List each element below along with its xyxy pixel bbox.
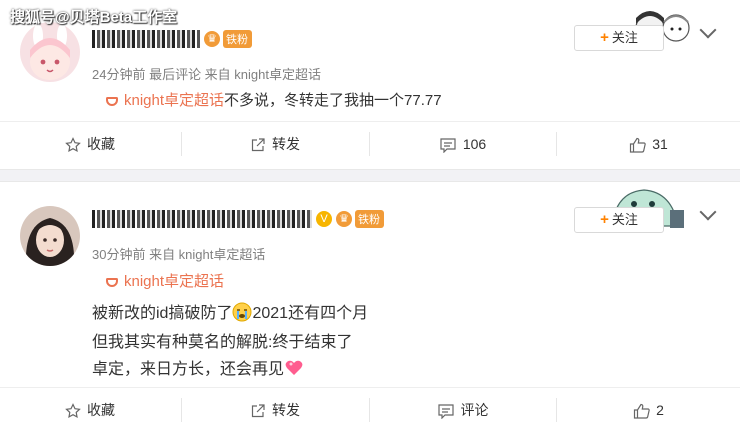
topic-link[interactable]: knight卓定超话 (106, 270, 224, 291)
action-bar: 收藏 转发 评论 2 (0, 387, 740, 432)
fan-badge: 铁粉 (355, 210, 384, 228)
username-redacted (92, 210, 312, 228)
avatar[interactable] (20, 22, 80, 82)
like-button[interactable]: 31 (557, 122, 740, 166)
favorite-button[interactable]: 收藏 (0, 388, 180, 432)
favorite-label: 收藏 (87, 136, 115, 152)
comment-icon (440, 138, 456, 154)
verified-v-icon: V (316, 211, 332, 227)
post-text-line: 但我其实有种莫名的解脱:终于结束了 (92, 334, 353, 351)
weibo-post: V ♛ 铁粉 30分钟前 来自 knight卓定超话 knight卓定超话 被新改的… (0, 182, 740, 431)
chevron-down-icon[interactable] (699, 203, 717, 221)
crying-emoji-icon (232, 302, 252, 322)
super-topic-icon (106, 278, 118, 287)
plus-icon: + (600, 29, 609, 46)
like-count: 2 (656, 402, 664, 418)
vip-icon: ♛ (204, 31, 220, 47)
follow-button[interactable]: + 关注 (574, 25, 664, 51)
post-text-line: 卓定，来日方长，还会再见 (92, 355, 304, 379)
fan-badge: 铁粉 (223, 30, 252, 48)
watermark-text: 搜狐号@贝塔Beta工作室 (10, 9, 178, 26)
comment-count: 106 (462, 136, 487, 152)
super-topic-icon (106, 97, 118, 106)
comment-icon (437, 404, 454, 420)
heart-emoji-icon (284, 358, 304, 378)
username[interactable]: V ♛ 铁粉 (92, 210, 384, 232)
thumbs-up-icon (633, 404, 650, 419)
post-text-line: 被新改的id搞破防了 2021还有四个月 (92, 299, 368, 323)
repost-button[interactable]: 转发 (182, 388, 368, 432)
like-button[interactable]: 2 (557, 388, 740, 432)
follow-button[interactable]: + 关注 (574, 207, 664, 233)
username-redacted (92, 30, 200, 48)
follow-label: 关注 (611, 30, 638, 45)
topic-label: knight卓定超话 (124, 92, 225, 109)
topic-link[interactable]: knight卓定超话不多说，冬转走了我抽一个77.77 (106, 89, 442, 110)
comment-button[interactable]: 106 (370, 122, 555, 166)
star-icon (65, 137, 81, 153)
post-meta: 30分钟前 来自 knight卓定超话 (92, 247, 266, 262)
post-meta: 24分钟前 最后评论 来自 knight卓定超话 (92, 67, 321, 82)
chevron-down-icon[interactable] (699, 21, 717, 39)
username[interactable]: ♛ 铁粉 (92, 30, 252, 52)
repost-icon (251, 404, 265, 418)
star-icon (65, 403, 81, 419)
thumbs-up-icon (630, 138, 646, 153)
like-count: 31 (652, 136, 668, 152)
action-bar: 收藏 转发 106 31 (0, 121, 740, 166)
avatar[interactable] (20, 206, 80, 266)
topic-label: knight卓定超话 (124, 273, 225, 290)
post-text: 不多说，冬转走了我抽一个77.77 (224, 92, 442, 109)
repost-button[interactable]: 转发 (182, 122, 368, 166)
vip-icon: ♛ (336, 211, 352, 227)
favorite-label: 收藏 (87, 402, 115, 418)
post-divider (0, 169, 740, 182)
favorite-button[interactable]: 收藏 (0, 122, 180, 166)
follow-label: 关注 (611, 212, 638, 227)
repost-icon (251, 138, 265, 152)
repost-label: 转发 (272, 402, 300, 418)
repost-label: 转发 (272, 136, 300, 152)
comment-label: 评论 (460, 402, 489, 418)
plus-icon: + (600, 211, 609, 228)
comment-button[interactable]: 评论 (370, 388, 555, 432)
